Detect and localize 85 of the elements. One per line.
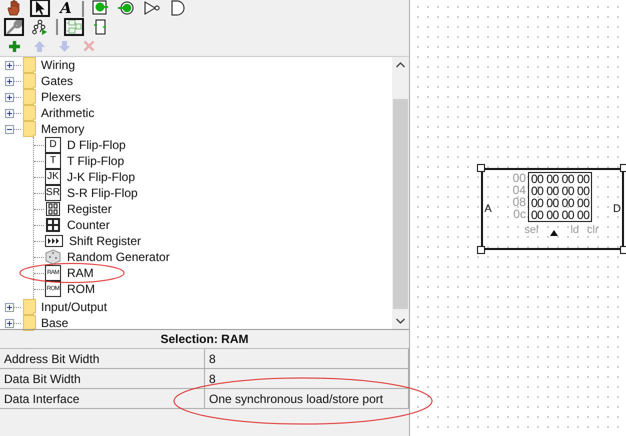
tree-item[interactable]: Counter bbox=[67, 218, 110, 232]
text-tool[interactable]: A bbox=[56, 0, 76, 17]
collapse-icon[interactable] bbox=[5, 124, 14, 134]
memory-value: 00 bbox=[577, 185, 590, 197]
scrollbar[interactable] bbox=[392, 57, 409, 329]
expand-icon[interactable] bbox=[5, 60, 14, 70]
memory-value: 00 bbox=[577, 173, 590, 185]
address-label: 08 bbox=[512, 196, 526, 208]
selection-handle[interactable] bbox=[477, 246, 485, 254]
dice-icon bbox=[45, 249, 61, 265]
tree-item[interactable]: Input/Output bbox=[41, 300, 108, 314]
expand-icon[interactable] bbox=[5, 108, 14, 118]
tree-item[interactable]: Gates bbox=[41, 74, 74, 88]
selection-handle[interactable] bbox=[620, 246, 626, 254]
memory-value: 00 bbox=[577, 209, 590, 221]
tree-item[interactable]: Shift Register bbox=[69, 234, 142, 248]
expand-icon[interactable] bbox=[5, 318, 14, 328]
selection-handle[interactable] bbox=[620, 164, 626, 172]
attribute-name: Data Interface bbox=[0, 389, 204, 409]
block-layout-icon[interactable] bbox=[64, 18, 84, 36]
expand-icon[interactable] bbox=[5, 92, 14, 102]
memory-value: 00 bbox=[546, 209, 559, 221]
folder-icon bbox=[23, 299, 37, 315]
tree-item[interactable]: Register bbox=[67, 202, 112, 216]
attribute-value[interactable]: 8 bbox=[204, 349, 408, 369]
attribute-value[interactable]: One synchronous load/store port bbox=[204, 389, 408, 409]
selection-title: Selection: RAM bbox=[0, 330, 409, 349]
attribute-name: Address Bit Width bbox=[0, 349, 204, 369]
tree-item[interactable]: T Flip-Flop bbox=[67, 154, 124, 168]
memory-value: 00 bbox=[546, 185, 559, 197]
tree-item[interactable]: Arithmetic bbox=[41, 106, 94, 120]
folder-icon bbox=[23, 57, 37, 73]
tree-item[interactable]: Random Generator bbox=[67, 250, 170, 264]
folder-icon bbox=[23, 315, 37, 331]
memory-value: 00 bbox=[530, 197, 544, 209]
tree-item[interactable]: RAM bbox=[67, 266, 94, 280]
component-icon: T bbox=[45, 153, 61, 169]
wrench-icon[interactable] bbox=[4, 18, 24, 36]
component-icon: D bbox=[45, 137, 61, 153]
register-icon bbox=[45, 201, 61, 217]
tree-item[interactable]: ROM bbox=[67, 282, 95, 296]
memory-value: 00 bbox=[577, 197, 590, 209]
folder-icon bbox=[23, 73, 37, 89]
folder-icon bbox=[23, 105, 37, 121]
folder-icon bbox=[23, 121, 37, 137]
counter-icon bbox=[45, 217, 61, 233]
address-label: 04 bbox=[512, 184, 526, 196]
shift-register-icon bbox=[45, 235, 63, 247]
pin-label: D bbox=[612, 203, 622, 215]
selection-handle[interactable] bbox=[477, 164, 485, 172]
tree-item[interactable]: J-K Flip-Flop bbox=[67, 170, 136, 184]
component-icon: JK bbox=[45, 169, 61, 185]
memory-value: 00 bbox=[530, 185, 544, 197]
attribute-name: Data Bit Width bbox=[0, 369, 204, 389]
input-pin-icon[interactable] bbox=[90, 0, 110, 17]
not-gate-icon[interactable] bbox=[142, 0, 162, 17]
memory-value: 00 bbox=[562, 209, 574, 221]
memory-value: 00 bbox=[530, 209, 544, 221]
memory-value: 00 bbox=[530, 173, 544, 185]
memory-value: 00 bbox=[546, 197, 559, 209]
pin-label: A bbox=[483, 203, 493, 215]
tree-item[interactable]: Wiring bbox=[41, 58, 76, 72]
folder-icon bbox=[23, 89, 37, 105]
tree-item[interactable]: Base bbox=[41, 316, 68, 330]
scroll-thumb[interactable] bbox=[393, 99, 408, 309]
tree-item[interactable]: Memory bbox=[41, 122, 84, 136]
tree-item[interactable]: D Flip-Flop bbox=[67, 138, 126, 152]
component-icon: SR bbox=[45, 185, 61, 201]
tree-item[interactable]: Plexers bbox=[41, 90, 82, 104]
memory-value: 00 bbox=[562, 185, 574, 197]
attribute-value[interactable]: 8 bbox=[204, 369, 408, 389]
clock-triangle-icon bbox=[550, 230, 558, 236]
address-label: 0c bbox=[513, 208, 526, 220]
tree-item[interactable]: S-R Flip-Flop bbox=[67, 186, 138, 200]
address-label: 00 bbox=[512, 172, 526, 184]
memory-value: 00 bbox=[562, 197, 574, 209]
pin-label: sel bbox=[524, 224, 538, 236]
memory-value: 00 bbox=[562, 173, 574, 185]
expand-icon[interactable] bbox=[5, 302, 14, 312]
output-pin-icon[interactable] bbox=[116, 0, 136, 17]
expand-icon[interactable] bbox=[5, 76, 14, 86]
pointer-icon[interactable] bbox=[30, 0, 50, 17]
pin-label: ld bbox=[570, 224, 579, 236]
pin-label: clr bbox=[587, 224, 599, 236]
memory-value: 00 bbox=[546, 173, 559, 185]
